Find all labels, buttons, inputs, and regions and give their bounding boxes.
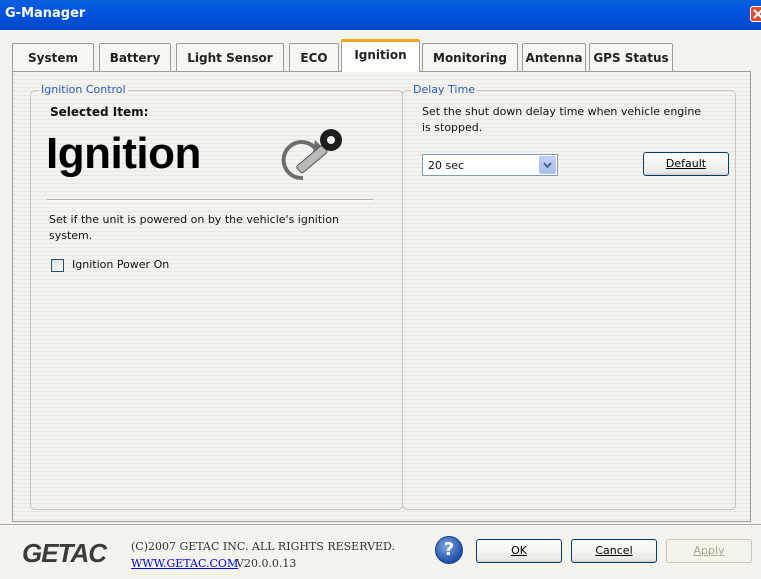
delay-time-group: Delay Time Set the shut down delay time …: [402, 83, 736, 510]
tab-eco[interactable]: ECO: [289, 43, 339, 71]
help-button[interactable]: ?: [435, 536, 463, 564]
divider: [47, 199, 373, 201]
ignition-description-line2: system.: [49, 229, 93, 242]
tab-panel-ignition: Ignition Control Selected Item: Ignition…: [12, 71, 751, 522]
tab-light-sensor[interactable]: Light Sensor: [176, 43, 284, 71]
tab-system[interactable]: System: [12, 43, 94, 71]
apply-button-label: Apply: [693, 544, 725, 557]
getac-logo: GETAC: [22, 538, 107, 568]
website-link[interactable]: WWW.GETAC.COM: [131, 557, 238, 570]
key-icon: [273, 126, 353, 188]
ok-button[interactable]: OK: [476, 539, 562, 563]
tab-monitoring[interactable]: Monitoring: [422, 43, 518, 71]
ignition-control-group: Ignition Control Selected Item: Ignition…: [30, 83, 403, 510]
main-window: System Battery Light Sensor ECO Ignition…: [0, 30, 761, 579]
ignition-power-on-checkbox[interactable]: [51, 259, 64, 272]
footer-divider: [0, 524, 761, 526]
delay-description-line1: Set the shut down delay time when vehicl…: [422, 105, 702, 118]
ok-button-label: OK: [511, 544, 527, 557]
default-button-label: Default: [665, 157, 707, 170]
close-button[interactable]: [750, 6, 761, 22]
tab-battery[interactable]: Battery: [99, 43, 171, 71]
version-text: V20.0.0.13: [236, 557, 297, 570]
delay-time-title: Delay Time: [411, 83, 477, 96]
selected-item-value: Ignition: [46, 129, 201, 178]
window-title: G-Manager: [5, 6, 86, 21]
delay-time-selected-value: 20 sec: [428, 159, 465, 172]
copyright-text: (C)2007 GETAC INC. ALL RIGHTS RESERVED.: [131, 540, 395, 553]
tab-gps-status[interactable]: GPS Status: [589, 43, 673, 71]
title-bar[interactable]: G-Manager: [0, 0, 761, 30]
dropdown-arrow-button[interactable]: [539, 156, 556, 174]
selected-item-label: Selected Item:: [50, 105, 149, 119]
cancel-button[interactable]: Cancel: [571, 539, 657, 563]
chevron-down-icon: [543, 162, 552, 169]
ignition-description-line1: Set if the unit is powered on by the veh…: [49, 213, 339, 226]
tab-antenna[interactable]: Antenna: [522, 43, 586, 71]
help-icon: ?: [443, 539, 455, 560]
tab-ignition[interactable]: Ignition: [341, 39, 420, 72]
apply-button[interactable]: Apply: [666, 539, 752, 563]
ignition-power-on-label[interactable]: Ignition Power On: [72, 258, 169, 271]
default-button[interactable]: Default: [643, 152, 729, 176]
delay-time-select[interactable]: 20 sec: [422, 154, 558, 176]
delay-description-line2: is stopped.: [422, 121, 483, 134]
close-icon: [753, 9, 761, 19]
ignition-control-title: Ignition Control: [39, 83, 128, 96]
cancel-button-label: Cancel: [595, 544, 633, 557]
